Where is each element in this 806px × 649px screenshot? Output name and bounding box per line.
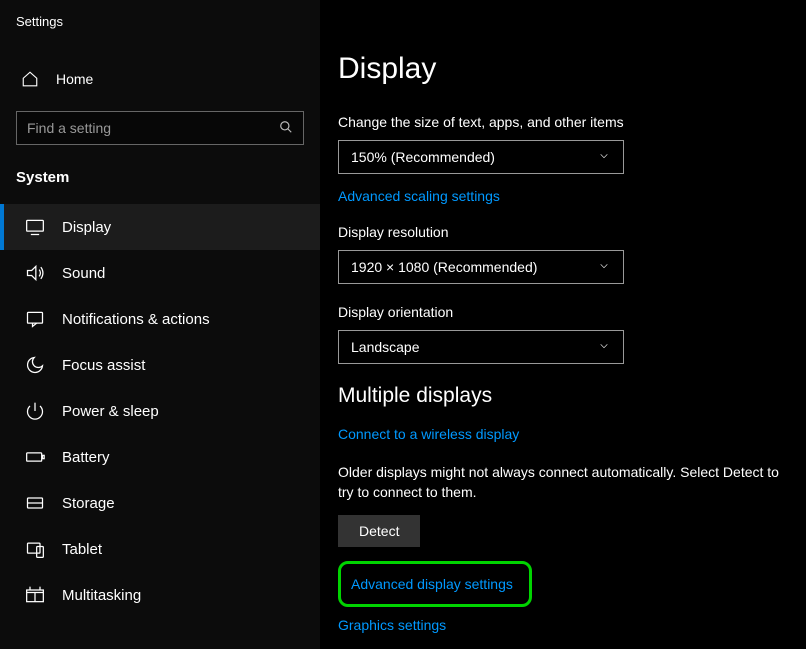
category-heading: System: [0, 159, 320, 196]
search-icon: [279, 120, 293, 137]
storage-icon: [24, 492, 46, 514]
multiple-displays-heading: Multiple displays: [338, 384, 798, 408]
connect-wireless-link[interactable]: Connect to a wireless display: [338, 426, 519, 442]
resolution-dropdown[interactable]: 1920 × 1080 (Recommended): [338, 250, 624, 284]
focus-icon: [24, 354, 46, 376]
multitasking-icon: [24, 584, 46, 606]
home-icon: [20, 69, 40, 89]
sidebar-item-tablet[interactable]: Tablet: [0, 526, 320, 572]
orientation-label: Display orientation: [338, 304, 798, 320]
sidebar-item-label: Power & sleep: [62, 403, 159, 420]
sidebar-item-label: Storage: [62, 495, 115, 512]
sidebar-item-label: Tablet: [62, 541, 102, 558]
highlight-annotation: Advanced display settings: [338, 561, 532, 607]
page-title: Display: [338, 52, 798, 86]
graphics-settings-link[interactable]: Graphics settings: [338, 617, 446, 633]
search-box[interactable]: [16, 111, 304, 145]
sidebar-item-multitasking[interactable]: Multitasking: [0, 572, 320, 618]
sidebar-item-label: Display: [62, 219, 111, 236]
sidebar-item-label: Focus assist: [62, 357, 145, 374]
orientation-value: Landscape: [351, 339, 420, 355]
advanced-scaling-link[interactable]: Advanced scaling settings: [338, 188, 500, 204]
sidebar-item-power[interactable]: Power & sleep: [0, 388, 320, 434]
scale-dropdown[interactable]: 150% (Recommended): [338, 140, 624, 174]
sidebar-item-display[interactable]: Display: [0, 204, 320, 250]
nav-list: Display Sound Notifications & actions Focus…: [0, 204, 320, 618]
home-label: Home: [56, 71, 93, 87]
display-icon: [24, 216, 46, 238]
resolution-value: 1920 × 1080 (Recommended): [351, 259, 537, 275]
resolution-label: Display resolution: [338, 224, 798, 240]
chevron-down-icon: [597, 260, 611, 274]
scale-value: 150% (Recommended): [351, 149, 495, 165]
scale-label: Change the size of text, apps, and other…: [338, 114, 798, 130]
sidebar-item-label: Battery: [62, 449, 110, 466]
battery-icon: [24, 446, 46, 468]
sidebar-item-storage[interactable]: Storage: [0, 480, 320, 526]
power-icon: [24, 400, 46, 422]
sound-icon: [24, 262, 46, 284]
sidebar-item-sound[interactable]: Sound: [0, 250, 320, 296]
chevron-down-icon: [597, 150, 611, 164]
sidebar-item-battery[interactable]: Battery: [0, 434, 320, 480]
chevron-down-icon: [597, 340, 611, 354]
sidebar: Settings Home System Display Sound Notific…: [0, 0, 320, 649]
orientation-dropdown[interactable]: Landscape: [338, 330, 624, 364]
sidebar-item-label: Multitasking: [62, 587, 141, 604]
advanced-display-settings-link[interactable]: Advanced display settings: [351, 576, 513, 592]
notifications-icon: [24, 308, 46, 330]
older-displays-text: Older displays might not always connect …: [338, 462, 798, 503]
window-title: Settings: [0, 10, 320, 41]
tablet-icon: [24, 538, 46, 560]
sidebar-item-label: Sound: [62, 265, 105, 282]
sidebar-item-notifications[interactable]: Notifications & actions: [0, 296, 320, 342]
sidebar-item-label: Notifications & actions: [62, 311, 210, 328]
sidebar-item-focus[interactable]: Focus assist: [0, 342, 320, 388]
home-button[interactable]: Home: [0, 59, 320, 99]
main-pane: Display Change the size of text, apps, a…: [320, 0, 806, 649]
detect-button[interactable]: Detect: [338, 515, 420, 547]
search-input[interactable]: [27, 120, 279, 136]
